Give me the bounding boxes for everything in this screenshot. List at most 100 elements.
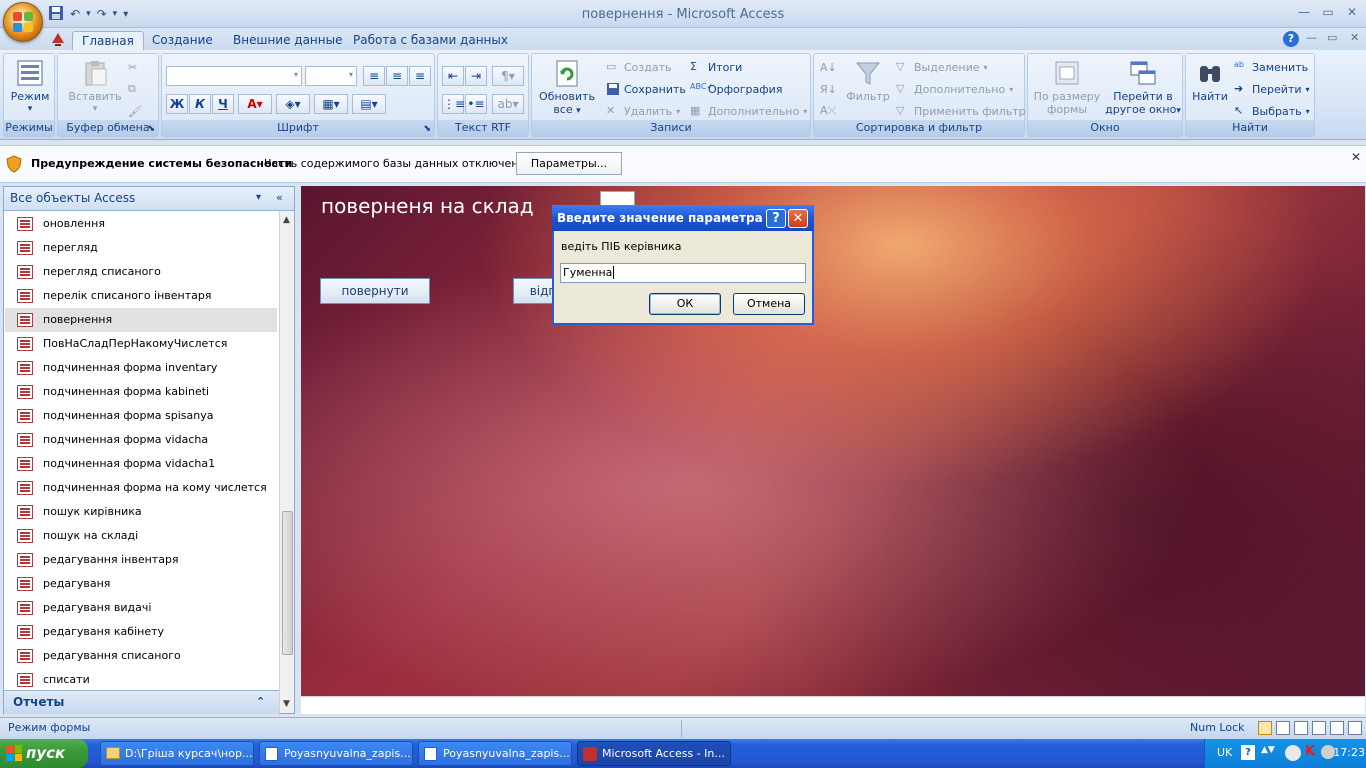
increase-indent-icon[interactable]: ⇥ xyxy=(465,66,487,86)
italic-icon[interactable]: К xyxy=(189,94,211,114)
scroll-down-icon[interactable]: ▼ xyxy=(283,699,290,709)
more-records-button[interactable]: ▦ Дополнительно ▾ xyxy=(690,102,807,120)
delete-record-button[interactable]: ✕ Удалить ▾ xyxy=(606,102,680,120)
tray-expand-icon[interactable]: ▲▼ xyxy=(1261,745,1275,755)
chevron-down-icon[interactable]: ▾ xyxy=(256,187,261,209)
clear-sort-icon[interactable]: A⤬ xyxy=(820,102,836,120)
scroll-up-icon[interactable]: ▲ xyxy=(283,215,290,225)
refresh-all-button[interactable]: Обновить все ▾ xyxy=(536,58,598,118)
switch-windows-button[interactable]: Перейти в другое окно▾ xyxy=(1104,58,1182,118)
paragraph-direction-icon[interactable]: ¶▾ xyxy=(492,66,524,86)
copy-icon[interactable]: ⧉ xyxy=(128,80,136,98)
align-left-icon[interactable]: ≡ xyxy=(363,66,385,86)
close-message-bar-icon[interactable]: ✕ xyxy=(1351,150,1361,164)
nav-item-form[interactable]: редагуваня кабінету xyxy=(5,620,277,644)
start-button[interactable]: пуск xyxy=(0,739,88,768)
nav-item-form[interactable]: перегляд списаного xyxy=(5,260,277,284)
nav-item-form[interactable]: подчиненная форма vidacha xyxy=(5,428,277,452)
pivot-table-icon[interactable] xyxy=(1294,721,1308,735)
nav-scrollbar[interactable]: ▲ ▼ xyxy=(279,211,294,713)
advanced-filter-button[interactable]: ▽ Дополнительно ▾ xyxy=(896,80,1013,98)
font-size-combo[interactable]: ▾ xyxy=(305,66,357,86)
scroll-thumb[interactable] xyxy=(282,511,293,655)
find-button[interactable]: Найти xyxy=(1188,58,1232,103)
totals-button[interactable]: Σ Итоги xyxy=(690,58,742,76)
bullets-icon[interactable]: •≡ xyxy=(465,94,487,114)
alternate-fill-icon[interactable]: ▤▾ xyxy=(352,94,386,114)
nav-item-form[interactable]: ПовНаСладПерНакомуЧислется xyxy=(5,332,277,356)
datasheet-view-icon[interactable] xyxy=(1276,721,1290,735)
fill-color-icon[interactable]: ◈▾ xyxy=(276,94,310,114)
help-icon[interactable]: ? xyxy=(1283,31,1299,47)
nav-group-reports[interactable]: Отчеты ⌃ xyxy=(4,690,279,714)
close-icon[interactable]: ✕ xyxy=(788,209,808,228)
language-indicator[interactable]: UK xyxy=(1217,746,1232,759)
nav-item-form[interactable]: подчиненная форма vidacha1 xyxy=(5,452,277,476)
nav-item-form[interactable]: пошук на складі xyxy=(5,524,277,548)
clock[interactable]: 17:23 xyxy=(1325,746,1365,759)
font-color-icon[interactable]: A▾ xyxy=(238,94,272,114)
select-button[interactable]: ↖ Выбрать ▾ xyxy=(1234,102,1310,120)
close-icon[interactable]: ✕ xyxy=(1342,5,1362,19)
font-name-combo[interactable]: ▾ xyxy=(166,66,302,86)
highlight-icon[interactable]: ab▾ xyxy=(492,94,524,114)
taskbar-item-word-1[interactable]: Poyasnyuvalna_zapis... xyxy=(259,741,413,766)
goto-button[interactable]: ➜ Перейти ▾ xyxy=(1234,80,1310,98)
nav-item-form[interactable]: подчиненная форма spisanya xyxy=(5,404,277,428)
nav-item-form[interactable]: списати xyxy=(5,668,277,692)
bold-icon[interactable]: Ж xyxy=(166,94,188,114)
nav-item-form[interactable]: редагуваня видачі xyxy=(5,596,277,620)
chevron-up-icon[interactable]: ⌃ xyxy=(256,691,265,713)
replace-button[interactable]: ab Заменить xyxy=(1234,58,1308,76)
nav-item-form[interactable]: подчиненная форма kabineti xyxy=(5,380,277,404)
decrease-indent-icon[interactable]: ⇤ xyxy=(442,66,464,86)
minimize-icon[interactable]: — xyxy=(1294,5,1314,19)
fit-form-button[interactable]: По размеру формы xyxy=(1032,58,1102,116)
maximize-icon[interactable]: ▭ xyxy=(1318,5,1338,19)
nav-item-form[interactable]: редагування списаного xyxy=(5,644,277,668)
tab-create[interactable]: Создание xyxy=(143,31,222,50)
cancel-button[interactable]: Отмена xyxy=(733,293,805,315)
office-button[interactable] xyxy=(3,2,43,42)
sort-ascending-icon[interactable]: A↓ xyxy=(820,58,837,76)
doc-restore-icon[interactable]: ▭ xyxy=(1327,31,1337,44)
format-painter-icon[interactable]: 🖌 xyxy=(128,102,142,120)
align-center-icon[interactable]: ≡ xyxy=(386,66,408,86)
nav-pane-header[interactable]: Все объекты Access ▾ « xyxy=(4,187,294,211)
paste-button[interactable]: Вставить ▾ xyxy=(64,58,126,116)
help-icon[interactable]: ? xyxy=(766,209,786,228)
dialog-launcher-icon[interactable]: ⬊ xyxy=(423,124,431,134)
nav-item-form[interactable]: перегляд xyxy=(5,236,277,260)
save-record-button[interactable]: Сохранить xyxy=(606,80,686,98)
network-icon[interactable] xyxy=(1285,745,1301,761)
nav-item-form[interactable]: редагуваня xyxy=(5,572,277,596)
apply-filter-button[interactable]: ▽ Применить фильтр xyxy=(896,102,1026,120)
sort-descending-icon[interactable]: Я↓ xyxy=(820,80,837,98)
spelling-button[interactable]: ABC✓ Орфография xyxy=(690,80,782,98)
filter-button[interactable]: Фильтр xyxy=(846,58,890,103)
nav-item-form[interactable]: редагування інвентаря xyxy=(5,548,277,572)
view-mode-button[interactable]: Режим ▾ xyxy=(7,58,53,116)
tab-database-tools[interactable]: Работа с базами данных xyxy=(344,31,517,50)
tab-home[interactable]: Главная xyxy=(72,31,144,50)
doc-close-icon[interactable]: ✕ xyxy=(1350,31,1359,44)
cut-icon[interactable]: ✂ xyxy=(128,58,137,76)
selection-button[interactable]: ▽ Выделение ▾ xyxy=(896,58,988,76)
align-right-icon[interactable]: ≡ xyxy=(409,66,431,86)
design-view-icon[interactable] xyxy=(1348,721,1362,735)
antivirus-icon[interactable]: K xyxy=(1305,744,1315,759)
taskbar-item-word-2[interactable]: Poyasnyuvalna_zapis... xyxy=(418,741,572,766)
ok-button[interactable]: ОК xyxy=(649,293,721,315)
numbering-icon[interactable]: ⋮≡ xyxy=(442,94,465,114)
dialog-launcher-icon[interactable]: ⬊ xyxy=(147,124,155,134)
form-view-icon[interactable] xyxy=(1258,721,1272,735)
underline-icon[interactable]: Ч xyxy=(212,94,234,114)
doc-minimize-icon[interactable]: — xyxy=(1306,31,1317,44)
options-button[interactable]: Параметры... xyxy=(516,152,622,175)
layout-view-icon[interactable] xyxy=(1330,721,1344,735)
return-button[interactable]: повернути xyxy=(320,278,430,304)
nav-item-form[interactable]: повернення xyxy=(5,308,277,332)
language-help-icon[interactable]: ? xyxy=(1241,745,1255,760)
parameter-input[interactable]: Гуменна xyxy=(560,263,806,283)
tab-external-data[interactable]: Внешние данные xyxy=(224,31,351,50)
